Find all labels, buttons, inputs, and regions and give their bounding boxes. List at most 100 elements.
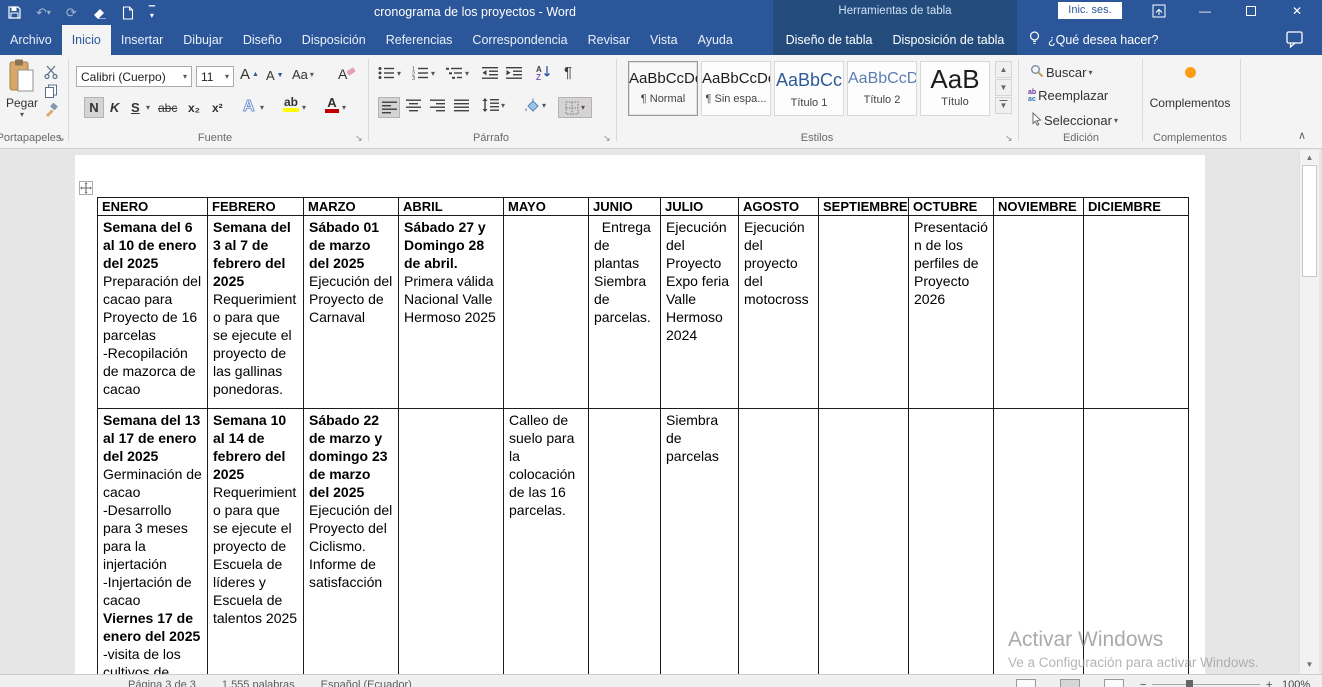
table-cell[interactable] bbox=[1084, 409, 1189, 675]
grow-font-button[interactable]: A▲ bbox=[240, 66, 259, 83]
table-cell[interactable] bbox=[909, 409, 994, 675]
zoom-in-icon[interactable]: + bbox=[1266, 679, 1272, 687]
replace-button[interactable]: abacReemplazar bbox=[1028, 88, 1108, 103]
tell-me-box[interactable]: ¿Qué desea hacer? bbox=[1028, 25, 1159, 55]
tab-dibujar[interactable]: Dibujar bbox=[173, 25, 233, 55]
table-cell[interactable]: Siembra de parcelas bbox=[661, 409, 739, 675]
redo-icon[interactable]: ⟳ bbox=[66, 6, 77, 19]
table-cell[interactable] bbox=[589, 409, 661, 675]
document-page[interactable]: ENEROFEBREROMARZOABRILMAYOJUNIOJULIOAGOS… bbox=[75, 155, 1205, 674]
font-family-select[interactable]: Calibri (Cuerpo)▾ bbox=[76, 66, 192, 87]
table-cell[interactable]: Semana 10 al 14 de febrero del 2025Reque… bbox=[208, 409, 304, 675]
ribbon-display-options-icon[interactable] bbox=[1144, 0, 1174, 22]
eraser-icon[interactable] bbox=[92, 6, 107, 19]
font-dialog-launcher-icon[interactable]: ↘ bbox=[355, 134, 365, 144]
align-left-button[interactable] bbox=[378, 97, 400, 118]
table-cell[interactable]: Semana del 13 al 17 de enero del 2025Ger… bbox=[98, 409, 208, 675]
justify-button[interactable] bbox=[454, 99, 469, 112]
styles-scroll-down-icon[interactable]: ▼ bbox=[995, 79, 1012, 96]
font-size-select[interactable]: 11▾ bbox=[196, 66, 234, 87]
sign-in-button[interactable]: Inic. ses. bbox=[1058, 2, 1122, 19]
styles-scroll-up-icon[interactable]: ▲ bbox=[995, 61, 1012, 78]
tab-archivo[interactable]: Archivo bbox=[0, 25, 62, 55]
zoom-percentage[interactable]: 100% bbox=[1282, 679, 1310, 687]
tab-inicio[interactable]: Inicio bbox=[62, 25, 111, 55]
table-cell[interactable]: Ejecución del proyecto del motocross bbox=[739, 216, 819, 409]
table-cell[interactable] bbox=[994, 216, 1084, 409]
maximize-button[interactable] bbox=[1236, 0, 1266, 22]
scrollbar-thumb[interactable] bbox=[1302, 165, 1317, 277]
month-header-mayo[interactable]: MAYO bbox=[504, 198, 589, 216]
font-color-dropdown-icon[interactable]: ▾ bbox=[342, 103, 346, 112]
paragraph-dialog-launcher-icon[interactable]: ↘ bbox=[603, 134, 613, 144]
tab-correspondencia[interactable]: Correspondencia bbox=[462, 25, 577, 55]
table-cell[interactable]: Calleo de suelo para la colocación de la… bbox=[504, 409, 589, 675]
word-count[interactable]: 1.555 palabras bbox=[222, 679, 295, 687]
multilevel-list-button[interactable]: ▾ bbox=[446, 66, 469, 80]
table-cell[interactable]: Sábado 01 de marzo del 2025Ejecución del… bbox=[304, 216, 399, 409]
decrease-indent-button[interactable] bbox=[482, 66, 498, 80]
read-mode-icon[interactable] bbox=[1016, 679, 1036, 687]
italic-button[interactable]: K bbox=[110, 97, 119, 118]
clear-formatting-button[interactable]: A bbox=[338, 66, 356, 81]
tab-diseno[interactable]: Diseño bbox=[233, 25, 292, 55]
sort-button[interactable]: AZ bbox=[536, 64, 553, 80]
style-card-sin-espaciado[interactable]: AaBbCcDc¶ Sin espa... bbox=[701, 61, 771, 116]
month-header-abril[interactable]: ABRIL bbox=[399, 198, 504, 216]
tab-insertar[interactable]: Insertar bbox=[111, 25, 173, 55]
table-cell[interactable] bbox=[819, 216, 909, 409]
copy-icon[interactable] bbox=[44, 84, 58, 98]
shading-button[interactable]: ▾ bbox=[524, 98, 546, 112]
table-cell[interactable] bbox=[1084, 216, 1189, 409]
table-cell[interactable]: Semana del 6 al 10 de enero del 2025Prep… bbox=[98, 216, 208, 409]
strikethrough-button[interactable]: abc bbox=[158, 97, 177, 118]
table-cell[interactable]: Presentación de los perfiles de Proyecto… bbox=[909, 216, 994, 409]
save-icon[interactable] bbox=[8, 6, 21, 19]
align-right-button[interactable] bbox=[430, 99, 445, 112]
change-case-button[interactable]: Aa▾ bbox=[292, 67, 314, 82]
close-button[interactable]: ✕ bbox=[1282, 0, 1312, 22]
show-formatting-marks-button[interactable]: ¶ bbox=[564, 64, 572, 81]
tab-diseno-de-tabla[interactable]: Diseño de tabla bbox=[776, 25, 883, 55]
table-cell[interactable] bbox=[399, 409, 504, 675]
zoom-out-icon[interactable]: − bbox=[1140, 679, 1146, 687]
styles-dialog-launcher-icon[interactable]: ↘ bbox=[1005, 134, 1015, 144]
customize-qat-icon[interactable]: ▔▾ bbox=[149, 8, 155, 18]
borders-button[interactable]: ▾ bbox=[558, 97, 592, 118]
tab-revisar[interactable]: Revisar bbox=[578, 25, 640, 55]
paste-button[interactable]: Pegar ▾ bbox=[2, 59, 42, 119]
month-header-noviembre[interactable]: NOVIEMBRE bbox=[994, 198, 1084, 216]
table-cell[interactable] bbox=[739, 409, 819, 675]
align-center-button[interactable] bbox=[406, 99, 421, 112]
undo-icon[interactable]: ↶▾ bbox=[36, 6, 51, 19]
web-layout-icon[interactable] bbox=[1104, 679, 1124, 687]
month-header-enero[interactable]: ENERO bbox=[98, 198, 208, 216]
table-cell[interactable]: Semana del 3 al 7 de febrero del 2025Req… bbox=[208, 216, 304, 409]
table-cell[interactable]: Sábado 22 de marzo y domingo 23 de marzo… bbox=[304, 409, 399, 675]
zoom-slider[interactable] bbox=[1152, 684, 1260, 685]
zoom-slider-thumb[interactable] bbox=[1186, 680, 1193, 687]
month-header-marzo[interactable]: MARZO bbox=[304, 198, 399, 216]
underline-dropdown-icon[interactable]: ▾ bbox=[146, 103, 150, 112]
month-header-diciembre[interactable]: DICIEMBRE bbox=[1084, 198, 1189, 216]
underline-button[interactable]: S bbox=[131, 97, 140, 118]
find-button[interactable]: Buscar▾ bbox=[1030, 64, 1092, 81]
vertical-scrollbar[interactable]: ▲ ▼ bbox=[1299, 150, 1319, 674]
superscript-button[interactable]: x² bbox=[212, 97, 223, 118]
month-header-febrero[interactable]: FEBRERO bbox=[208, 198, 304, 216]
tab-referencias[interactable]: Referencias bbox=[376, 25, 463, 55]
addins-button[interactable]: Complementos bbox=[1146, 67, 1234, 110]
tab-vista[interactable]: Vista bbox=[640, 25, 688, 55]
highlight-button[interactable]: ab bbox=[283, 96, 299, 117]
scroll-up-icon[interactable]: ▲ bbox=[1302, 151, 1317, 164]
print-layout-icon[interactable] bbox=[1060, 679, 1080, 687]
text-effects-dropdown-icon[interactable]: ▾ bbox=[260, 103, 264, 112]
comments-icon[interactable] bbox=[1286, 31, 1304, 53]
scroll-down-icon[interactable]: ▼ bbox=[1302, 658, 1317, 671]
tab-disposicion-de-tabla[interactable]: Disposición de tabla bbox=[883, 25, 1015, 55]
table-cell[interactable]: Entrega de plantas Siembra de parcelas. bbox=[589, 216, 661, 409]
highlight-dropdown-icon[interactable]: ▾ bbox=[302, 103, 306, 112]
text-effects-button[interactable]: A bbox=[243, 96, 255, 117]
style-card-normal[interactable]: AaBbCcDc¶ Normal bbox=[628, 61, 698, 116]
tab-disposicion[interactable]: Disposición bbox=[292, 25, 376, 55]
